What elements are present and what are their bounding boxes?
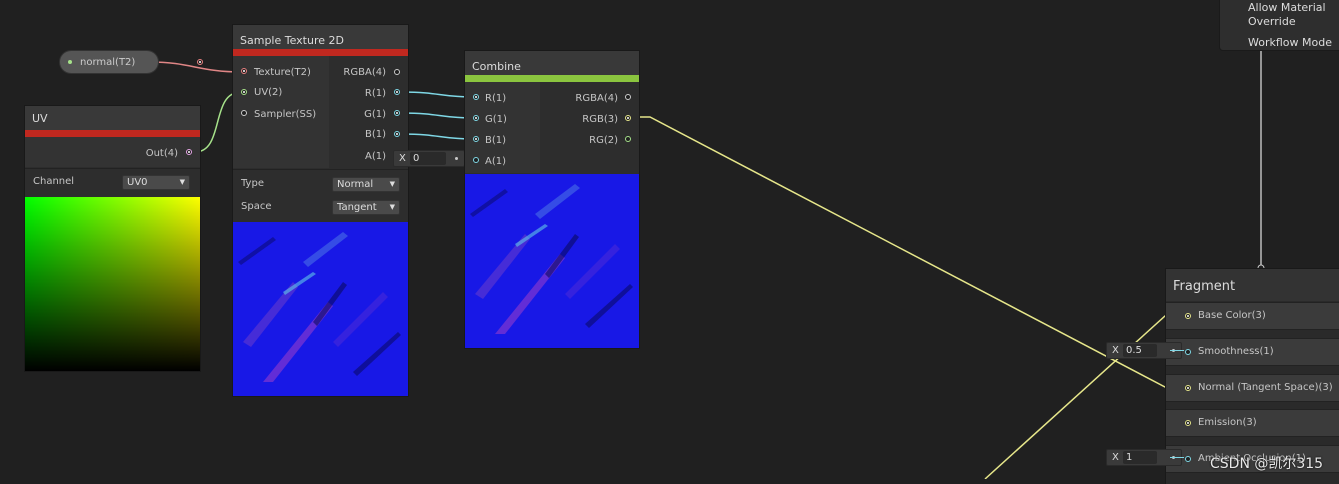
settings-item: Allow Material <box>1248 1 1326 14</box>
normal-slot[interactable]: Normal (Tangent Space)(3) <box>1166 374 1339 402</box>
pill-label: normal(T2) <box>80 57 136 68</box>
slot-label: Emission(3) <box>1198 417 1257 428</box>
rgba-output-port[interactable] <box>625 94 631 100</box>
uv-preview <box>25 197 200 371</box>
slot-label: Smoothness(1) <box>1198 346 1274 357</box>
r-output-port[interactable] <box>394 89 400 95</box>
input-label: UV(2) <box>254 87 283 98</box>
uv-output-port[interactable] <box>186 149 192 155</box>
uv-input-port[interactable] <box>241 89 247 95</box>
output-label: Out(4) <box>145 148 178 159</box>
occlusion-wire <box>1170 457 1184 458</box>
divider <box>25 168 200 169</box>
slot-label: Normal (Tangent Space)(3) <box>1198 382 1333 393</box>
normal-property-pill[interactable]: normal(T2) <box>60 51 203 73</box>
chevron-down-icon: ▼ <box>179 178 185 186</box>
axis-label: X <box>399 153 406 164</box>
occlusion-port[interactable] <box>1185 456 1191 462</box>
output-label: RG(2) <box>589 135 618 146</box>
input-label: G(1) <box>485 114 507 125</box>
input-label: Sampler(SS) <box>254 109 317 120</box>
smoothness-wire <box>1170 350 1184 351</box>
divider <box>233 169 408 170</box>
input-label: R(1) <box>485 93 507 104</box>
wire-rgb-to-normal <box>635 116 1185 388</box>
output-label: RGBA(4) <box>575 93 618 104</box>
node-title: Combine <box>465 51 639 75</box>
smoothness-slot[interactable]: Smoothness(1) <box>1166 338 1339 366</box>
graph-settings-panel: Allow Material Override Workflow Mode <box>1220 0 1339 50</box>
channel-label: Channel <box>33 176 75 187</box>
pill-output-port[interactable] <box>197 59 203 65</box>
input-label: Texture(T2) <box>254 67 311 78</box>
b-output-port[interactable] <box>394 131 400 137</box>
rg-output-port[interactable] <box>625 136 631 142</box>
normal-map-texture <box>233 222 408 396</box>
b-input-port[interactable] <box>473 136 479 142</box>
channel-dropdown[interactable]: UV0 ▼ <box>122 175 190 190</box>
pill-dot-icon <box>68 60 72 64</box>
type-dropdown[interactable]: Normal ▼ <box>332 177 400 192</box>
space-value: Tangent <box>337 202 377 213</box>
node-title: Fragment <box>1166 269 1339 301</box>
sample-texture-2d-node[interactable]: Sample Texture 2D Texture(T2) UV(2) Samp… <box>233 25 408 396</box>
chevron-down-icon: ▼ <box>389 180 395 188</box>
fragment-node[interactable]: Fragment Base Color(3) Smoothness(1) Nor… <box>1166 269 1339 484</box>
watermark: CSDN @凯尔315 <box>1210 456 1324 472</box>
node-stripe <box>25 130 200 137</box>
wire-r-to-combine <box>401 91 475 98</box>
output-label: B(1) <box>364 129 386 140</box>
output-label: A(1) <box>364 151 386 162</box>
slot-label: Base Color(3) <box>1198 310 1266 321</box>
smoothness-value[interactable]: 0.5 <box>1123 344 1157 357</box>
node-stripe <box>465 75 639 82</box>
type-label: Type <box>241 178 264 189</box>
node-stripe <box>233 49 408 56</box>
rgb-output-port[interactable] <box>625 115 631 121</box>
node-title: UV <box>25 106 200 132</box>
chevron-down-icon: ▼ <box>389 203 395 211</box>
combine-node[interactable]: Combine R(1) G(1) B(1) A(1) RGBA(4) RGB(… <box>465 51 639 348</box>
a-input-field[interactable]: X 0 <box>393 150 465 167</box>
rgba-output-port[interactable] <box>394 69 400 75</box>
node-title: Sample Texture 2D <box>233 25 408 49</box>
channel-value: UV0 <box>127 177 148 188</box>
space-dropdown[interactable]: Tangent ▼ <box>332 200 400 215</box>
input-label: B(1) <box>485 135 507 146</box>
output-label: G(1) <box>364 109 386 120</box>
connection-wires <box>149 50 1265 479</box>
connector-dot-icon <box>455 157 458 160</box>
g-output-port[interactable] <box>394 110 400 116</box>
normal-map-preview <box>233 222 408 396</box>
uv-node[interactable]: UV Out(4) Channel UV0 ▼ <box>25 106 200 371</box>
output-label: R(1) <box>364 88 386 99</box>
base-color-slot[interactable]: Base Color(3) <box>1166 302 1339 330</box>
a-input-port[interactable] <box>473 157 479 163</box>
settings-item: Workflow Mode <box>1248 36 1332 49</box>
emission-slot[interactable]: Emission(3) <box>1166 409 1339 437</box>
g-input-port[interactable] <box>473 115 479 121</box>
smoothness-port[interactable] <box>1185 349 1191 355</box>
type-value: Normal <box>337 179 374 190</box>
output-label: RGB(3) <box>582 114 618 125</box>
wire-normal-to-texture <box>149 61 242 73</box>
r-input-port[interactable] <box>473 94 479 100</box>
texture-input-port[interactable] <box>241 68 247 74</box>
base-color-port[interactable] <box>1185 313 1191 319</box>
combine-preview <box>465 174 639 348</box>
axis-label: X <box>1112 452 1119 463</box>
sampler-input-port[interactable] <box>241 110 247 116</box>
input-label: A(1) <box>485 156 507 167</box>
axis-label: X <box>1112 345 1119 356</box>
settings-item: Override <box>1248 15 1296 28</box>
normal-port[interactable] <box>1185 385 1191 391</box>
wire-g-to-combine <box>401 112 475 119</box>
a-input-value[interactable]: 0 <box>410 152 446 165</box>
output-label: RGBA(4) <box>343 67 386 78</box>
emission-port[interactable] <box>1185 420 1191 426</box>
occlusion-value[interactable]: 1 <box>1123 451 1157 464</box>
wire-b-to-combine <box>401 133 475 140</box>
space-label: Space <box>241 201 272 212</box>
combine-texture <box>465 174 639 348</box>
